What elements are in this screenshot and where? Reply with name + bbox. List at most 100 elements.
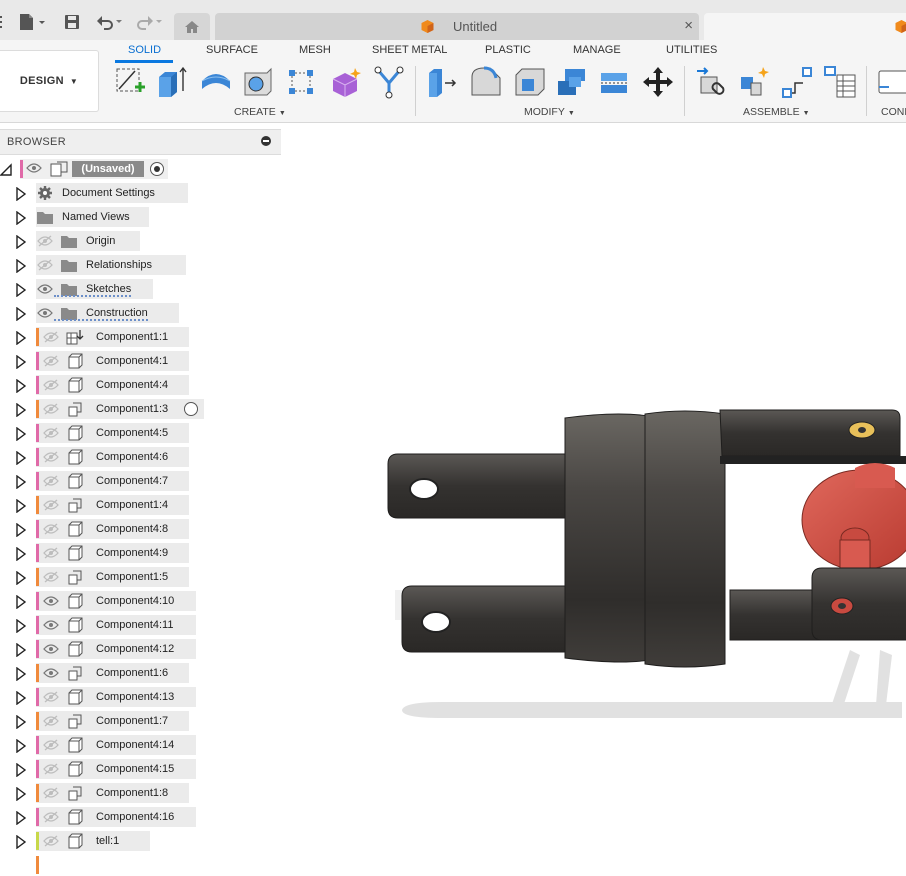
browser-row[interactable]: Component4:13 <box>0 686 210 708</box>
tab-plastic[interactable]: PLASTIC <box>485 44 531 56</box>
expand-triangle-icon[interactable] <box>0 162 12 176</box>
expand-triangle-icon[interactable] <box>16 619 26 633</box>
eye-hidden-icon[interactable] <box>42 475 60 487</box>
expand-triangle-icon[interactable] <box>16 547 26 561</box>
eye-hidden-icon[interactable] <box>42 451 60 463</box>
configure-icon[interactable] <box>874 64 906 100</box>
expand-triangle-icon[interactable] <box>16 667 26 681</box>
browser-row[interactable]: Construction <box>0 302 210 324</box>
tab-sheet-metal[interactable]: SHEET METAL <box>372 44 447 56</box>
expand-triangle-icon[interactable] <box>16 427 26 441</box>
move-copy-icon[interactable] <box>640 64 676 100</box>
browser-row[interactable]: Component4:15 <box>0 758 210 780</box>
browser-root-row[interactable]: (Unsaved) <box>0 158 180 180</box>
expand-triangle-icon[interactable] <box>16 499 26 513</box>
eye-hidden-icon[interactable] <box>42 787 60 799</box>
pattern-icon[interactable] <box>284 64 320 100</box>
browser-row[interactable]: Named Views <box>0 206 210 228</box>
tab-manage[interactable]: MANAGE <box>573 44 621 56</box>
browser-row[interactable]: Component1:6 <box>0 662 210 684</box>
eye-hidden-icon[interactable] <box>42 547 60 559</box>
expand-triangle-icon[interactable] <box>16 715 26 729</box>
eye-hidden-icon[interactable] <box>42 331 60 343</box>
new-component-icon[interactable] <box>694 64 730 100</box>
eye-hidden-icon[interactable] <box>36 235 54 247</box>
browser-row[interactable]: Component4:9 <box>0 542 210 564</box>
eye-hidden-icon[interactable] <box>42 499 60 511</box>
expand-triangle-icon[interactable] <box>16 811 26 825</box>
eye-hidden-icon[interactable] <box>42 427 60 439</box>
expand-triangle-icon[interactable] <box>16 739 26 753</box>
assemble-menu[interactable]: ASSEMBLE ▼ <box>743 106 810 118</box>
expand-triangle-icon[interactable] <box>16 451 26 465</box>
create-form-icon[interactable] <box>328 64 364 100</box>
expand-triangle-icon[interactable] <box>16 355 26 369</box>
eye-hidden-icon[interactable] <box>42 355 60 367</box>
eye-icon[interactable] <box>42 643 60 655</box>
eye-icon[interactable] <box>36 283 54 295</box>
eye-hidden-icon[interactable] <box>42 739 60 751</box>
eye-icon[interactable] <box>42 619 60 631</box>
eye-icon[interactable] <box>42 595 60 607</box>
browser-row[interactable]: Component4:11 <box>0 614 210 636</box>
browser-row[interactable]: Component4:7 <box>0 470 210 492</box>
combine-icon[interactable] <box>554 64 590 100</box>
grid-menu-icon[interactable] <box>0 10 6 34</box>
expand-triangle-icon[interactable] <box>16 283 26 297</box>
eye-icon[interactable] <box>26 163 42 173</box>
expand-triangle-icon[interactable] <box>16 187 26 201</box>
eye-hidden-icon[interactable] <box>42 403 60 415</box>
browser-row[interactable]: Component4:12 <box>0 638 210 660</box>
hole-icon[interactable] <box>240 64 276 100</box>
file-menu-icon[interactable] <box>18 10 46 34</box>
browser-row[interactable]: Component1:1 <box>0 326 210 348</box>
browser-row[interactable]: Component1:5 <box>0 566 210 588</box>
browser-row[interactable]: Component4:5 <box>0 422 210 444</box>
joint-icon[interactable] <box>736 64 772 100</box>
save-icon[interactable] <box>64 10 80 34</box>
browser-row[interactable]: Component1:8 <box>0 782 210 804</box>
home-tab[interactable] <box>174 13 210 40</box>
revolve-icon[interactable] <box>198 64 234 100</box>
activate-radio[interactable] <box>150 162 164 176</box>
generative-design-icon[interactable] <box>372 64 408 100</box>
expand-triangle-icon[interactable] <box>16 787 26 801</box>
browser-row[interactable]: Component4:8 <box>0 518 210 540</box>
expand-triangle-icon[interactable] <box>16 379 26 393</box>
browser-row-partial[interactable] <box>0 854 60 876</box>
browser-row[interactable]: Component4:4 <box>0 374 210 396</box>
close-tab-button[interactable]: × <box>684 17 693 34</box>
activate-radio[interactable] <box>184 402 198 416</box>
document-tab[interactable]: Untitled × <box>215 13 699 40</box>
browser-row[interactable]: Sketches <box>0 278 210 300</box>
eye-hidden-icon[interactable] <box>42 379 60 391</box>
browser-row[interactable]: Component4:16 <box>0 806 210 828</box>
expand-triangle-icon[interactable] <box>16 643 26 657</box>
browser-row[interactable]: Origin <box>0 230 210 252</box>
document-tab-2[interactable] <box>704 13 906 40</box>
browser-row[interactable]: Component4:10 <box>0 590 210 612</box>
undo-icon[interactable] <box>96 10 126 34</box>
eye-hidden-icon[interactable] <box>36 259 54 271</box>
tab-solid[interactable]: SOLID <box>128 44 161 56</box>
shell-icon[interactable] <box>512 64 548 100</box>
expand-triangle-icon[interactable] <box>16 307 26 321</box>
browser-row[interactable]: Component4:6 <box>0 446 210 468</box>
browser-row[interactable]: Component4:1 <box>0 350 210 372</box>
redo-icon[interactable] <box>136 10 166 34</box>
eye-hidden-icon[interactable] <box>42 811 60 823</box>
create-menu[interactable]: CREATE ▼ <box>234 106 286 118</box>
browser-row[interactable]: Component1:3 <box>0 398 210 420</box>
bill-of-materials-icon[interactable] <box>822 64 858 100</box>
model-canvas[interactable] <box>282 123 906 863</box>
tab-mesh[interactable]: MESH <box>299 44 331 56</box>
tab-surface[interactable]: SURFACE <box>206 44 258 56</box>
expand-triangle-icon[interactable] <box>16 571 26 585</box>
expand-triangle-icon[interactable] <box>16 235 26 249</box>
create-sketch-icon[interactable] <box>112 64 148 100</box>
expand-triangle-icon[interactable] <box>16 259 26 273</box>
expand-triangle-icon[interactable] <box>16 475 26 489</box>
eye-icon[interactable] <box>42 667 60 679</box>
expand-triangle-icon[interactable] <box>16 331 26 345</box>
as-built-joint-icon[interactable] <box>780 64 816 100</box>
